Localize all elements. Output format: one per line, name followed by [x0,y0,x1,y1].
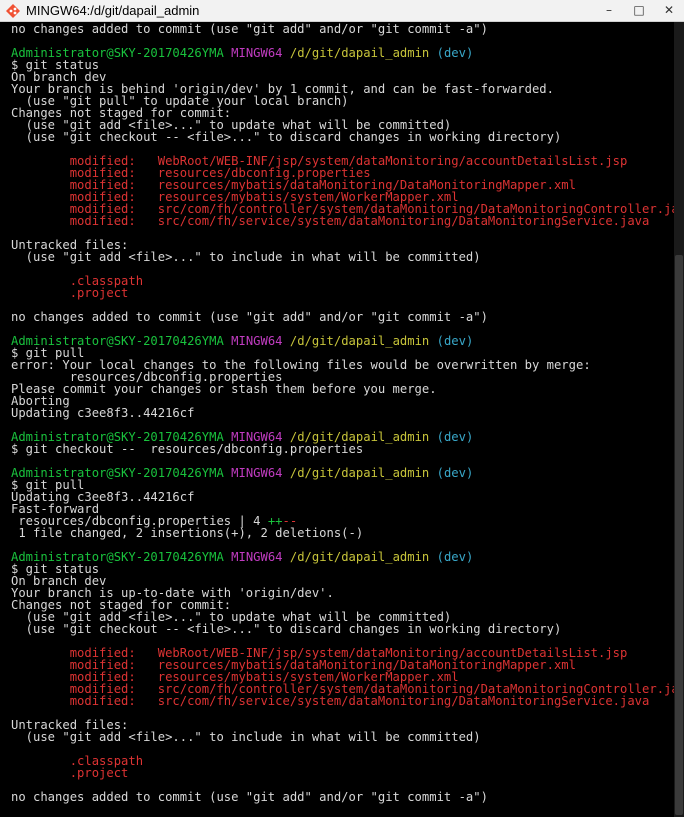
prompt-shell: MINGW64 [231,466,283,480]
output-text: (use "git checkout -- <file>..." to disc… [11,622,562,636]
window-title: MINGW64:/d/git/dapail_admin [26,2,200,18]
git-bash-icon [6,3,20,18]
output-text: (use "git checkout -- <file>..." to disc… [11,130,562,144]
output-line: $ git status [11,563,674,575]
title-bar[interactable]: MINGW64:/d/git/dapail_admin – □ ✕ [0,0,684,22]
output-line: $ git checkout -- resources/dbconfig.pro… [11,443,674,455]
terminal-output[interactable]: no changes added to commit (use "git add… [0,22,674,817]
file-path: modified: src/com/fh/service/system/data… [11,694,650,708]
file-path: .project [11,766,129,780]
scrollbar[interactable] [674,22,684,817]
file-entry: .project [11,287,674,299]
minimize-icon[interactable]: – [594,0,624,20]
prompt-line: Administrator@SKY-20170426YMA MINGW64 /d… [11,467,674,479]
prompt-branch: (dev) [436,550,474,564]
close-icon[interactable]: ✕ [654,0,684,20]
file-entry: .project [11,767,674,779]
prompt-path: /d/git/dapail_admin [289,466,430,480]
prompt-branch: (dev) [436,46,474,60]
file-entry: modified: src/com/fh/service/system/data… [11,695,674,707]
prompt-line: Administrator@SKY-20170426YMA MINGW64 /d… [11,551,674,563]
file-path: .project [11,286,129,300]
prompt-branch: (dev) [436,334,474,348]
output-line: no changes added to commit (use "git add… [11,311,674,323]
maximize-icon[interactable]: □ [624,0,654,20]
prompt-line: Administrator@SKY-20170426YMA MINGW64 /d… [11,335,674,347]
output-line: no changes added to commit (use "git add… [11,23,674,35]
output-line: 1 file changed, 2 insertions(+), 2 delet… [11,527,674,539]
output-text: Please commit your changes or stash them… [11,382,437,396]
output-text: no changes added to commit (use "git add… [11,790,488,804]
file-path: modified: src/com/fh/service/system/data… [11,214,650,228]
output-text: Updating c3ee8f3..44216cf [11,406,195,420]
output-text: $ git checkout -- resources/dbconfig.pro… [11,442,364,456]
output-line: (use "git checkout -- <file>..." to disc… [11,131,674,143]
output-text: (use "git add <file>..." to include in w… [11,250,481,264]
window-controls: – □ ✕ [594,0,684,22]
output-text: no changes added to commit (use "git add… [11,310,488,324]
prompt-path: /d/git/dapail_admin [289,46,430,60]
output-line: (use "git add <file>..." to include in w… [11,251,674,263]
prompt-path: /d/git/dapail_admin [289,334,430,348]
output-line: (use "git checkout -- <file>..." to disc… [11,623,674,635]
prompt-branch: (dev) [436,430,474,444]
output-line: no changes added to commit (use "git add… [11,791,674,803]
prompt-shell: MINGW64 [231,550,283,564]
output-text: no changes added to commit (use "git add… [11,22,488,36]
prompt-path: /d/git/dapail_admin [289,550,430,564]
scroll-thumb[interactable] [675,255,683,815]
prompt-branch: (dev) [436,466,474,480]
prompt-shell: MINGW64 [231,334,283,348]
output-line: Updating c3ee8f3..44216cf [11,407,674,419]
prompt-line: Administrator@SKY-20170426YMA MINGW64 /d… [11,47,674,59]
output-line: (use "git add <file>..." to include in w… [11,731,674,743]
output-line: Please commit your changes or stash them… [11,383,674,395]
file-entry: modified: src/com/fh/service/system/data… [11,215,674,227]
output-line: Updating c3ee8f3..44216cf [11,491,674,503]
output-text: 1 file changed, 2 insertions(+), 2 delet… [11,526,364,540]
terminal-window: MINGW64:/d/git/dapail_admin – □ ✕ no cha… [0,0,684,817]
output-text: (use "git add <file>..." to include in w… [11,730,481,744]
prompt-shell: MINGW64 [231,46,283,60]
output-line: $ git status [11,59,674,71]
